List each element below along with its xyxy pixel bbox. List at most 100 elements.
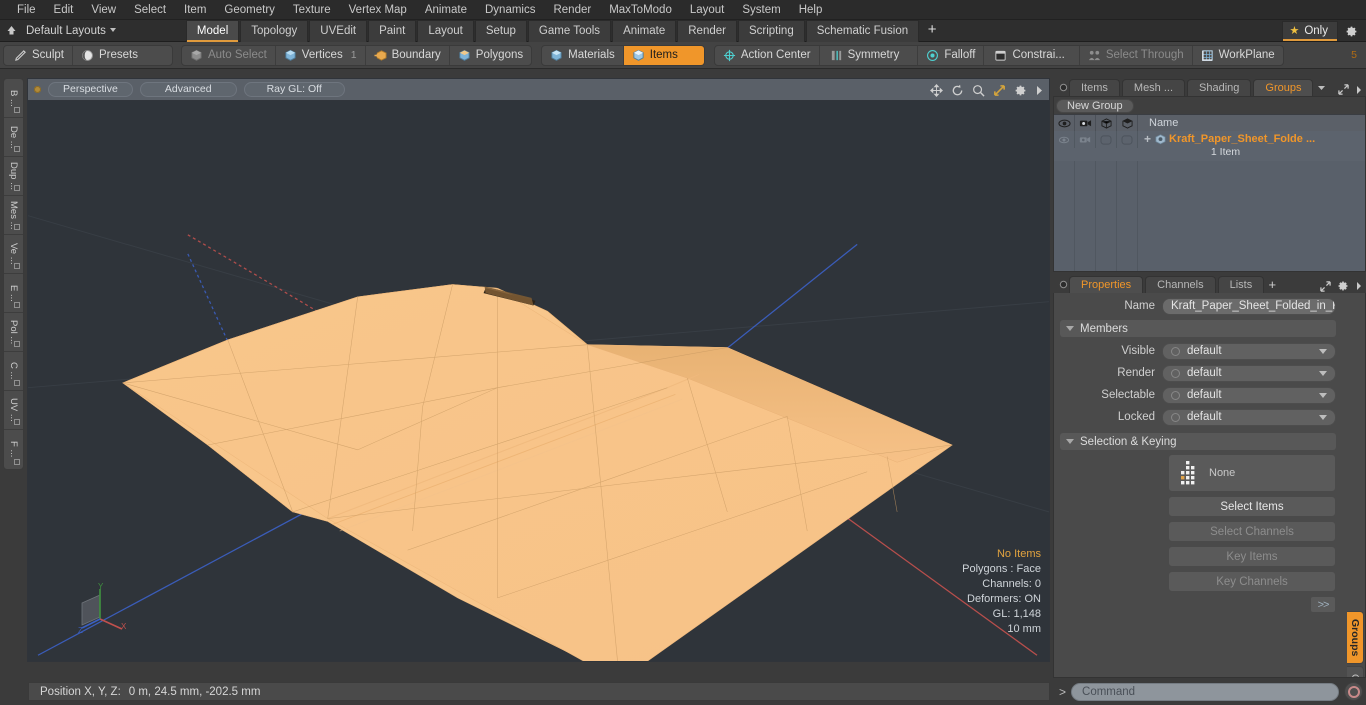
menu-item-select[interactable]: Select (125, 0, 175, 20)
locked-dropdown[interactable]: default (1162, 408, 1336, 426)
menu-item-vertex-map[interactable]: Vertex Map (340, 0, 416, 20)
gear-icon[interactable] (1337, 280, 1349, 292)
move-icon[interactable] (930, 83, 943, 97)
menu-item-layout[interactable]: Layout (681, 0, 734, 20)
left-tab-mesh[interactable]: Mes ... (4, 196, 23, 235)
mode-tab-scripting[interactable]: Scripting (737, 19, 805, 42)
toolbar-button-items[interactable]: Items 5 (623, 45, 1357, 65)
panel-menu-icon[interactable] (1057, 78, 1069, 96)
menu-item-item[interactable]: Item (175, 0, 215, 20)
menu-item-geometry[interactable]: Geometry (215, 0, 284, 20)
name-input[interactable]: Kraft_Paper_Sheet_Folded_in_Fo (1162, 297, 1336, 315)
toolbar-button-sculpt[interactable]: Sculpt (4, 45, 73, 65)
properties-menu-icon[interactable] (1057, 275, 1069, 293)
toolbar-button-constraint[interactable]: Constrai... (984, 45, 1080, 65)
expand-icon[interactable] (1338, 84, 1349, 95)
viewport-view-button[interactable]: Perspective (48, 82, 133, 97)
chevron-right-icon[interactable] (1355, 85, 1363, 95)
menu-item-help[interactable]: Help (790, 0, 832, 20)
zoom-icon[interactable] (972, 84, 985, 97)
toolbar-button-materials[interactable]: Materials (542, 45, 624, 65)
eye-icon[interactable] (1054, 114, 1075, 132)
fit-icon[interactable] (993, 84, 1006, 97)
section-selection-keying[interactable]: Selection & Keying (1060, 433, 1336, 450)
tab-groups[interactable]: Groups (1253, 79, 1314, 96)
visible-dropdown[interactable]: default (1162, 342, 1336, 360)
record-icon[interactable] (1344, 682, 1363, 701)
menu-item-dynamics[interactable]: Dynamics (476, 0, 544, 20)
tab-channels[interactable]: Channels (1145, 276, 1216, 293)
toolbar-button-boundary[interactable]: Boundary (366, 45, 450, 65)
section-members[interactable]: Members (1060, 320, 1336, 337)
menu-item-texture[interactable]: Texture (284, 0, 340, 20)
new-group-button[interactable]: New Group (1056, 98, 1134, 113)
tab-shading[interactable]: Shading (1187, 79, 1252, 96)
viewport-shading-button[interactable]: Advanced (139, 82, 237, 97)
add-layout-button[interactable]: + (920, 20, 944, 42)
row-box-outline-toggle[interactable] (1096, 131, 1117, 148)
row-expander[interactable]: + (1144, 132, 1151, 146)
mode-tab-topology[interactable]: Topology (240, 19, 309, 42)
mode-tab-game-tools[interactable]: Game Tools (527, 19, 612, 42)
row-box-solid-toggle[interactable] (1117, 131, 1138, 148)
select-channels-button[interactable]: Select Channels (1168, 521, 1336, 542)
mode-tab-layout[interactable]: Layout (417, 19, 474, 42)
menu-item-render[interactable]: Render (544, 0, 600, 20)
mode-tab-schematic-fusion[interactable]: Schematic Fusion (805, 19, 920, 42)
toolbar-button-polygons[interactable]: Polygons (450, 46, 531, 65)
select-items-button[interactable]: Select Items (1168, 496, 1336, 517)
menu-item-system[interactable]: System (733, 0, 789, 20)
selectable-dropdown[interactable]: default (1162, 386, 1336, 404)
expand-icon[interactable] (1320, 280, 1331, 292)
box-outline-icon[interactable] (1096, 114, 1117, 132)
gear-icon[interactable] (1014, 84, 1027, 97)
rotate-icon[interactable] (951, 84, 964, 97)
left-tab-edge[interactable]: E ... (4, 274, 23, 313)
key-items-button[interactable]: Key Items (1168, 546, 1336, 567)
left-tab-vertex[interactable]: Ve ... (4, 235, 23, 274)
left-tab-uv[interactable]: UV ... (4, 391, 23, 430)
left-tab-curve[interactable]: C ... (4, 352, 23, 391)
toolbar-button-action-center[interactable]: Action Center (715, 45, 820, 65)
mode-tab-paint[interactable]: Paint (368, 19, 417, 42)
default-layouts-dropdown[interactable]: Default Layouts (22, 25, 124, 37)
vtab-group-display[interactable]: Group Display (1347, 666, 1364, 677)
left-tab-deform[interactable]: De ... (4, 118, 23, 157)
command-input[interactable]: Command (1071, 682, 1339, 701)
group-list-area[interactable]: + Kraft_Paper_Sheet_Folde ... 1 Item (1054, 131, 1365, 271)
toolbar-button-symmetry[interactable]: Symmetry (820, 45, 919, 65)
more-options-button[interactable]: >> (1310, 596, 1336, 613)
tab-items[interactable]: Items (1069, 79, 1120, 96)
viewport-3d[interactable]: Y X Z No Items Polygons : Face Channels:… (27, 100, 1050, 662)
tab-lists[interactable]: Lists (1217, 276, 1265, 293)
key-channels-button[interactable]: Key Channels (1168, 571, 1336, 592)
mode-tab-setup[interactable]: Setup (474, 19, 527, 42)
box-solid-icon[interactable] (1117, 114, 1138, 132)
toolbar-button-workplane[interactable]: WorkPlane (1193, 46, 1283, 65)
left-tab-fusion[interactable]: F ... (4, 430, 23, 469)
row-render-icon[interactable] (1075, 131, 1096, 148)
gear-icon[interactable] (1338, 20, 1364, 42)
left-tab-basic[interactable]: B ... (4, 79, 23, 118)
chevron-down-icon[interactable] (1315, 78, 1327, 96)
viewport-dot-icon[interactable] (34, 86, 41, 93)
toolbar-button-presets[interactable]: Presets (73, 46, 172, 65)
render-dropdown[interactable]: default (1162, 364, 1336, 382)
home-icon[interactable] (0, 20, 22, 42)
toolbar-button-vertices[interactable]: Vertices 1 (276, 45, 366, 65)
chevron-right-icon[interactable] (1355, 281, 1363, 291)
mode-tab-uvedit[interactable]: UVEdit (309, 19, 368, 42)
menu-item-maxtomodo[interactable]: MaxToModo (600, 0, 681, 20)
table-row[interactable]: + Kraft_Paper_Sheet_Folde ... 1 Item (1054, 131, 1365, 161)
add-properties-tab-button[interactable]: + (1266, 275, 1278, 293)
row-name-line[interactable]: + Kraft_Paper_Sheet_Folde ... (1144, 131, 1365, 146)
menu-item-file[interactable]: File (8, 0, 45, 20)
tab-properties[interactable]: Properties (1069, 276, 1144, 293)
left-tab-polygon[interactable]: Pol ... (4, 313, 23, 352)
selection-set-box[interactable]: None (1168, 454, 1336, 492)
toolbar-button-auto-select[interactable]: Auto Select (182, 45, 276, 65)
mode-tab-animate[interactable]: Animate (612, 19, 677, 42)
vtab-groups[interactable]: Groups (1347, 611, 1364, 665)
menu-item-animate[interactable]: Animate (416, 0, 476, 20)
row-eye-icon[interactable] (1054, 131, 1075, 148)
